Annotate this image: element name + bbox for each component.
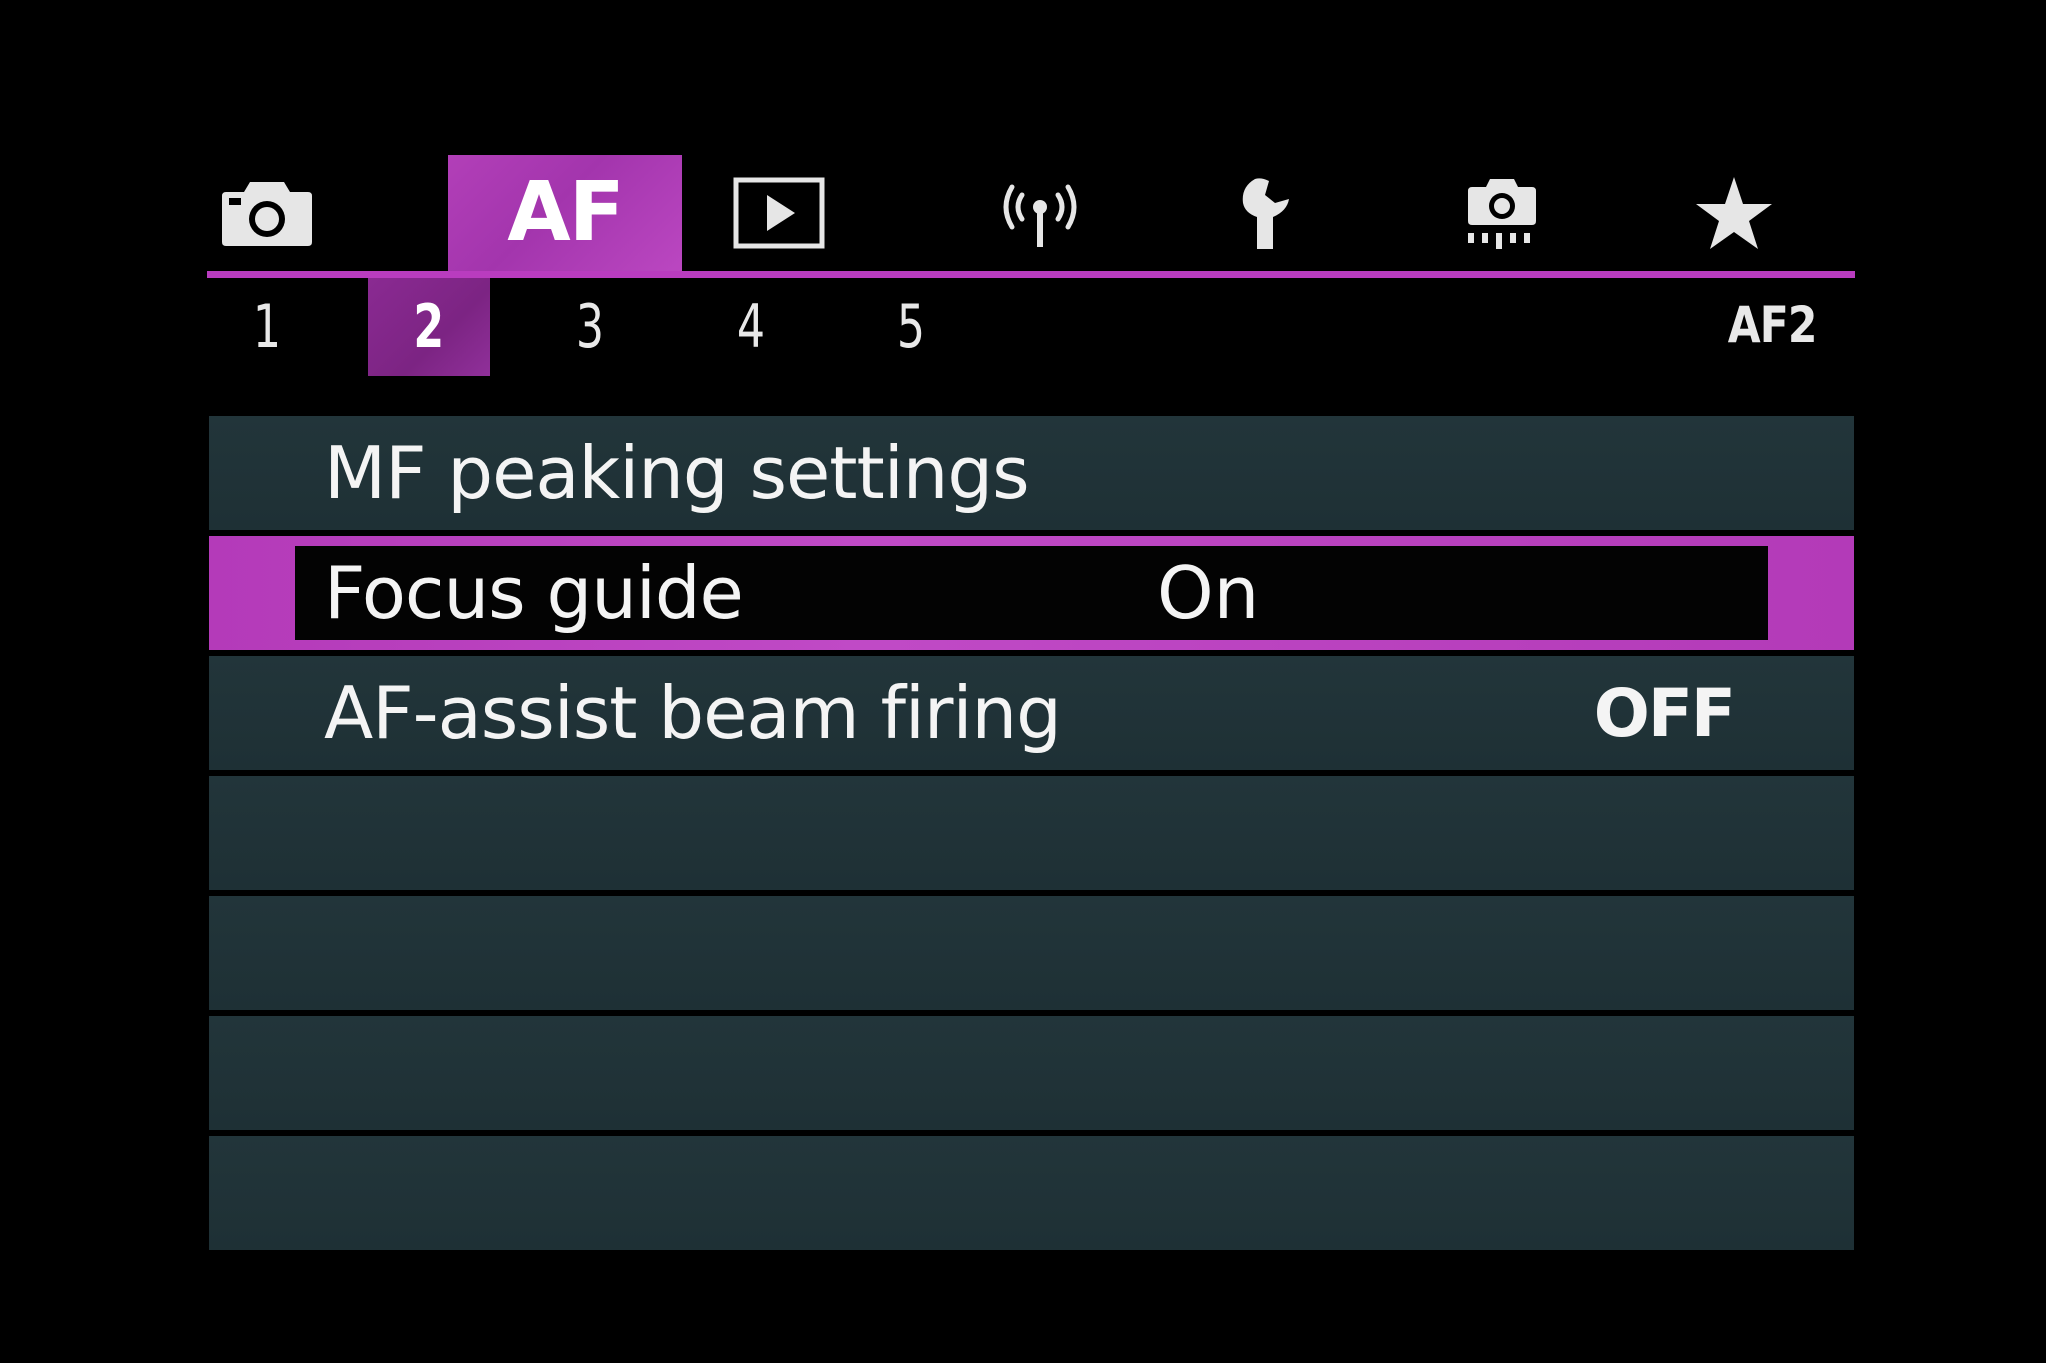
wrench-icon bbox=[1242, 178, 1289, 249]
menu-item-empty bbox=[209, 1136, 1854, 1250]
tab-af[interactable]: AF bbox=[448, 155, 682, 271]
camera-menu-screen: AF 1 2 3 4 5 AF2 MF peaking settings Foc… bbox=[0, 0, 2046, 1363]
tab-underline bbox=[207, 271, 1855, 278]
menu-item-empty bbox=[209, 776, 1854, 890]
menu-item-empty bbox=[209, 1016, 1854, 1130]
tab-setup[interactable] bbox=[1220, 155, 1320, 271]
subtab-1[interactable]: 1 bbox=[217, 278, 317, 376]
subtab-2[interactable]: 2 bbox=[368, 278, 490, 376]
tab-my-menu[interactable] bbox=[1684, 155, 1784, 271]
menu-item-focus-guide[interactable]: Focus guide On bbox=[209, 536, 1854, 650]
menu-item-value: OFF bbox=[1593, 674, 1736, 752]
star-icon bbox=[1696, 177, 1772, 249]
menu-item-mf-peaking-settings[interactable]: MF peaking settings bbox=[209, 416, 1854, 530]
tab-wireless[interactable] bbox=[990, 155, 1090, 271]
page-indicator: AF2 bbox=[1728, 296, 1818, 354]
subtab-2-label: 2 bbox=[413, 292, 445, 362]
playback-icon bbox=[733, 177, 825, 249]
menu-item-value: On bbox=[1157, 551, 1260, 635]
subtab-3[interactable]: 3 bbox=[540, 278, 640, 376]
menu-item-label: MF peaking settings bbox=[324, 431, 1030, 515]
subpage-tabs: 1 2 3 4 5 AF2 bbox=[207, 278, 1855, 376]
wireless-icon bbox=[1003, 184, 1077, 247]
menu-list: MF peaking settings Focus guide On AF-as… bbox=[209, 416, 1854, 1256]
tab-custom-functions[interactable] bbox=[1452, 155, 1552, 271]
tab-shooting[interactable] bbox=[207, 155, 327, 271]
subtab-4[interactable]: 4 bbox=[701, 278, 801, 376]
tab-playback[interactable] bbox=[729, 155, 829, 271]
menu-item-label: AF-assist beam firing bbox=[324, 671, 1062, 755]
category-tabs: AF bbox=[207, 155, 1855, 271]
menu-item-af-assist-beam-firing[interactable]: AF-assist beam firing OFF bbox=[209, 656, 1854, 770]
custom-functions-icon bbox=[1468, 179, 1536, 249]
af-icon: AF bbox=[507, 165, 624, 260]
menu-item-empty bbox=[209, 896, 1854, 1010]
menu-item-label: Focus guide bbox=[324, 551, 744, 635]
subtab-5[interactable]: 5 bbox=[861, 278, 961, 376]
camera-icon bbox=[222, 182, 312, 246]
